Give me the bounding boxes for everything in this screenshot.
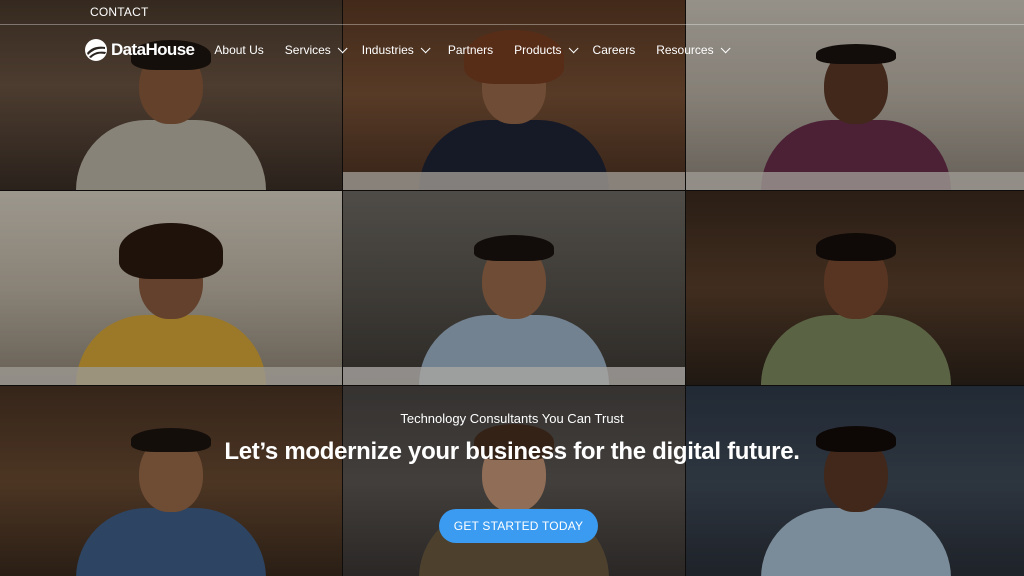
brand-logo[interactable]: DataHouse (84, 38, 195, 62)
video-tile (343, 0, 685, 190)
person-image (419, 30, 609, 190)
nav-item-label: Services (284, 43, 331, 57)
hero-headline: Let’s modernize your business for the di… (224, 438, 800, 465)
main-navigation: DataHouse About Us Services Industries P… (84, 38, 748, 62)
video-tile (686, 0, 1024, 190)
get-started-button[interactable]: GET STARTED TODAY (439, 509, 598, 543)
contact-link[interactable]: CONTACT (90, 5, 149, 19)
nav-item-about-us[interactable]: About Us (214, 43, 263, 57)
chevron-down-icon (568, 42, 579, 53)
nav-item-label: Partners (447, 43, 494, 57)
nav-item-label: Careers (592, 43, 636, 57)
nav-item-services[interactable]: Services (284, 42, 348, 57)
person-image (761, 44, 951, 190)
nav-item-label: About Us (214, 43, 264, 57)
video-tile (0, 0, 342, 190)
video-tile (686, 191, 1024, 385)
video-tile (0, 191, 342, 385)
hero-background-video-grid (0, 0, 1024, 576)
nav-item-careers[interactable]: Careers (593, 43, 636, 57)
nav-item-label: Resources (656, 43, 714, 57)
nav-item-products[interactable]: Products (514, 42, 579, 57)
nav-item-resources[interactable]: Resources (656, 42, 731, 57)
brand-name: DataHouse (111, 40, 195, 59)
person-image (76, 40, 266, 190)
nav-item-industries[interactable]: Industries (361, 42, 431, 57)
nav-item-label: Industries (361, 43, 414, 57)
hero-tagline: Technology Consultants You Can Trust (400, 411, 624, 426)
nav-item-label: Products (514, 43, 562, 57)
chevron-down-icon (720, 42, 731, 53)
person-image (761, 233, 951, 385)
datahouse-logo-icon (85, 39, 107, 61)
person-image (76, 223, 266, 385)
video-tile (343, 191, 685, 385)
chevron-down-icon (420, 42, 431, 53)
nav-item-partners[interactable]: Partners (448, 43, 493, 57)
topbar-divider (0, 24, 1024, 25)
person-image (419, 235, 609, 385)
nav-menu: About Us Services Industries Partners Pr… (214, 42, 747, 57)
chevron-down-icon (337, 42, 348, 53)
